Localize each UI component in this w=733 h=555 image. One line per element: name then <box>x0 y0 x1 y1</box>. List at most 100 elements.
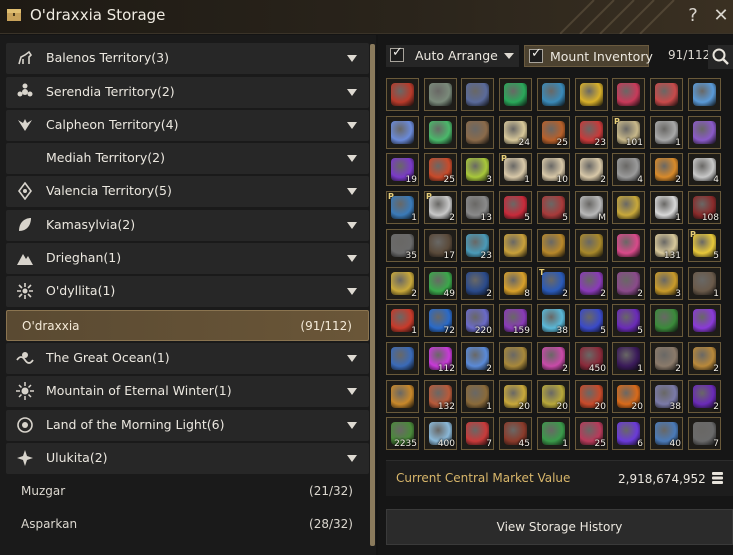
storage-slot[interactable]: 131 <box>650 229 683 262</box>
storage-slot[interactable] <box>499 342 532 375</box>
auto-arrange-toggle[interactable]: Auto Arrange <box>386 45 519 67</box>
storage-slot[interactable] <box>386 78 419 111</box>
storage-slot[interactable]: P1 <box>386 191 419 224</box>
storage-slot[interactable] <box>499 229 532 262</box>
list-scrollbar[interactable] <box>370 44 375 546</box>
storage-slot[interactable]: 20 <box>575 380 608 413</box>
storage-slot[interactable]: T2 <box>537 267 570 300</box>
storage-slot[interactable] <box>612 191 645 224</box>
chevron-down-icon[interactable] <box>347 288 357 295</box>
storage-slot[interactable] <box>537 78 570 111</box>
storage-slot[interactable]: 132 <box>424 380 457 413</box>
storage-slot[interactable]: 2 <box>688 342 721 375</box>
storage-slot[interactable] <box>688 78 721 111</box>
storage-slot[interactable]: 3 <box>650 267 683 300</box>
chevron-down-icon[interactable] <box>347 455 357 462</box>
storage-slot[interactable] <box>575 78 608 111</box>
storage-slot[interactable]: 6 <box>612 417 645 450</box>
storage-slot[interactable]: 1 <box>650 191 683 224</box>
storage-item-asparkan[interactable]: Asparkan (28/32) <box>6 509 369 540</box>
chevron-down-icon[interactable] <box>347 155 357 162</box>
storage-slot[interactable]: 2 <box>386 267 419 300</box>
storage-slot[interactable] <box>461 78 494 111</box>
storage-slot[interactable]: P2 <box>424 191 457 224</box>
storage-slot[interactable]: P5 <box>688 229 721 262</box>
chevron-down-icon[interactable] <box>347 388 357 395</box>
storage-slot[interactable]: 2 <box>575 267 608 300</box>
help-icon[interactable]: ? <box>686 5 700 26</box>
storage-slot[interactable] <box>461 116 494 149</box>
storage-slot[interactable] <box>688 116 721 149</box>
chevron-down-icon[interactable] <box>347 255 357 262</box>
storage-slot[interactable] <box>612 229 645 262</box>
storage-slot[interactable]: 49 <box>424 267 457 300</box>
storage-slot[interactable]: 1 <box>650 116 683 149</box>
storage-slot[interactable]: 5 <box>499 191 532 224</box>
storage-slot[interactable] <box>688 304 721 337</box>
storage-slot[interactable]: 20 <box>499 380 532 413</box>
chevron-down-icon[interactable] <box>347 55 357 62</box>
storage-slot[interactable] <box>612 78 645 111</box>
storage-slot[interactable]: P 101 <box>612 116 645 149</box>
chevron-down-icon[interactable] <box>347 89 357 96</box>
storage-slot[interactable] <box>537 229 570 262</box>
storage-slot[interactable]: 2 <box>537 342 570 375</box>
storage-slot[interactable] <box>575 229 608 262</box>
storage-item-odraxxia[interactable]: O'draxxia (91/112) <box>6 310 369 341</box>
storage-slot[interactable]: 112 <box>424 342 457 375</box>
storage-slot[interactable]: 2 <box>612 267 645 300</box>
storage-slot[interactable]: 20 <box>537 380 570 413</box>
storage-slot[interactable]: 25 <box>537 116 570 149</box>
close-icon[interactable]: ✕ <box>713 5 729 26</box>
storage-slot[interactable]: 45 <box>499 417 532 450</box>
storage-slot[interactable]: 2 <box>650 153 683 186</box>
storage-item-muzgar[interactable]: Muzgar (21/32) <box>6 476 369 507</box>
storage-slot[interactable]: 35 <box>386 229 419 262</box>
storage-slot[interactable]: 5 <box>575 304 608 337</box>
storage-slot[interactable]: 2235 <box>386 417 419 450</box>
storage-slot[interactable]: 5 <box>537 191 570 224</box>
storage-slot[interactable]: M <box>575 191 608 224</box>
storage-slot[interactable] <box>499 78 532 111</box>
storage-slot[interactable]: 159 <box>499 304 532 337</box>
search-button[interactable] <box>708 45 733 69</box>
region-row-morning-light[interactable]: Land of the Morning Light(6) <box>6 410 369 441</box>
storage-slot[interactable]: 2 <box>461 342 494 375</box>
region-row-calpheon[interactable]: Calpheon Territory(4) <box>6 110 369 141</box>
storage-slot[interactable]: 19 <box>386 153 419 186</box>
storage-slot[interactable]: 25 <box>575 417 608 450</box>
storage-slot[interactable]: 7 <box>688 417 721 450</box>
storage-slot[interactable]: 5 <box>612 304 645 337</box>
dropdown-arrow-icon[interactable] <box>504 53 514 59</box>
storage-slot[interactable] <box>424 116 457 149</box>
region-row-odyllita[interactable]: O'dyllita(1) <box>6 276 369 307</box>
region-row-serendia[interactable]: Serendia Territory(2) <box>6 77 369 108</box>
view-storage-history-button[interactable]: View Storage History <box>386 509 733 545</box>
chevron-down-icon[interactable] <box>347 188 357 195</box>
storage-slot[interactable]: 24 <box>499 116 532 149</box>
storage-slot[interactable]: 23 <box>575 116 608 149</box>
chevron-down-icon[interactable] <box>347 122 357 129</box>
storage-slot[interactable]: 450 <box>575 342 608 375</box>
storage-slot[interactable]: 7 <box>461 417 494 450</box>
storage-slot[interactable]: 3 <box>461 153 494 186</box>
storage-slot[interactable]: 8 <box>499 267 532 300</box>
region-row-eternal-winter[interactable]: Mountain of Eternal Winter(1) <box>6 376 369 407</box>
storage-slot[interactable]: 2 <box>650 342 683 375</box>
storage-slot[interactable]: 23 <box>461 229 494 262</box>
chevron-down-icon[interactable] <box>347 222 357 229</box>
region-row-ulukita[interactable]: Ulukita(2) <box>6 443 369 474</box>
region-row-great-ocean[interactable]: The Great Ocean(1) <box>6 343 369 374</box>
storage-slot[interactable]: 1 <box>461 380 494 413</box>
storage-slot[interactable] <box>650 304 683 337</box>
region-row-balenos[interactable]: Balenos Territory(3) <box>6 43 369 74</box>
storage-slot[interactable]: 40 <box>650 417 683 450</box>
storage-slot[interactable]: 220 <box>461 304 494 337</box>
storage-slot[interactable] <box>424 78 457 111</box>
checkbox-checked-icon[interactable] <box>529 46 543 63</box>
storage-slot[interactable]: 1 <box>537 417 570 450</box>
storage-slot[interactable]: P1 <box>499 153 532 186</box>
storage-slot[interactable] <box>650 78 683 111</box>
storage-slot[interactable]: 38 <box>650 380 683 413</box>
storage-slot[interactable]: 38 <box>537 304 570 337</box>
